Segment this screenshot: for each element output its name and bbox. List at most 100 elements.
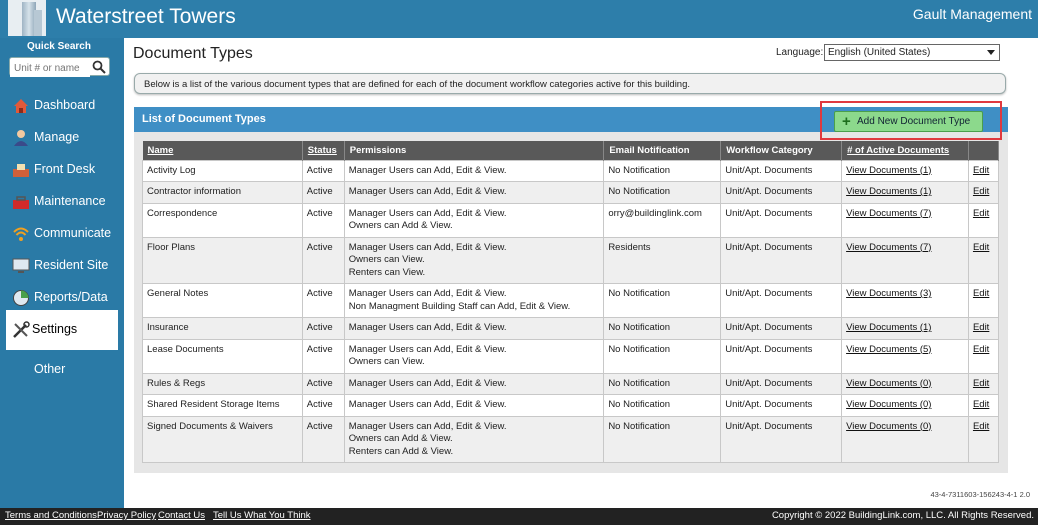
sidebar-item-maintenance[interactable]: Maintenance — [0, 186, 118, 218]
sidebar-item-dashboard[interactable]: Dashboard — [0, 90, 118, 122]
workflow-category: Unit/Apt. Documents — [725, 420, 813, 432]
view-documents-link[interactable]: View Documents (7) — [846, 208, 931, 219]
edit-link[interactable]: Edit — [973, 344, 989, 355]
column-header-permissions: Permissions — [344, 141, 605, 160]
doc-type-name-cell: Activity Log — [142, 159, 303, 182]
main-content: Document Types Language: English (United… — [124, 38, 1038, 508]
sidebar-item-communicate[interactable]: Communicate — [0, 218, 118, 250]
email-notification: No Notification — [608, 420, 671, 432]
permission-line: Owners can View. — [348, 356, 425, 367]
building-logo[interactable] — [8, 0, 46, 36]
footer-link-contact[interactable]: Contact Us — [158, 510, 205, 521]
footer-link-privacy[interactable]: Privacy Policy — [97, 510, 156, 521]
edit-cell: Edit — [967, 372, 1000, 395]
doc-type-name-cell: Rules & Regs — [142, 372, 303, 395]
add-document-type-button[interactable]: + Add New Document Type — [834, 111, 983, 132]
sidebar-item-resident-site[interactable]: Resident Site — [0, 250, 118, 282]
doc-type-name: Activity Log — [147, 164, 196, 176]
permission-line: Renters can View. — [348, 266, 426, 278]
doc-type-status-cell: Active — [301, 338, 345, 374]
edit-link[interactable]: Edit — [973, 288, 989, 299]
sidebar-item-other[interactable]: Other — [0, 354, 118, 386]
permission-line: Owners can View. — [348, 254, 425, 265]
column-header-name[interactable]: Name — [142, 141, 303, 160]
doc-type-status-cell: Active — [301, 236, 345, 284]
view-documents-cell: View Documents (5) — [841, 338, 969, 374]
view-documents-cell: View Documents (0) — [841, 372, 969, 395]
email-notification-cell: No Notification — [603, 159, 722, 182]
table-row: Signed Documents & Waivers Active Manager … — [142, 415, 1000, 463]
sidebar-item-label: Communicate — [34, 226, 112, 240]
edit-link[interactable]: Edit — [973, 208, 989, 219]
search-icon[interactable] — [92, 60, 106, 74]
manage-icon — [14, 130, 28, 146]
view-documents-link[interactable]: View Documents (0) — [846, 378, 931, 389]
quick-search-input[interactable] — [10, 60, 90, 77]
email-notification: No Notification — [608, 288, 671, 299]
doc-type-status-cell: Active — [301, 317, 345, 340]
edit-link[interactable]: Edit — [973, 165, 989, 176]
permission-line: Manager Users can Add, Edit & View. — [348, 207, 507, 219]
doc-type-status-cell: Active — [301, 415, 345, 463]
doc-type-name: Signed Documents & Waivers — [147, 420, 273, 432]
email-notification-cell: orry@buildinglink.com — [603, 202, 722, 238]
doc-type-name: Contractor information — [147, 186, 241, 197]
column-header-status[interactable]: Status — [302, 141, 345, 160]
email-notification-cell: No Notification — [603, 181, 722, 204]
edit-cell: Edit — [967, 181, 1000, 204]
edit-link[interactable]: Edit — [973, 242, 989, 253]
workflow-category: Unit/Apt. Documents — [725, 288, 813, 299]
edit-link[interactable]: Edit — [973, 421, 989, 432]
footer-link-terms[interactable]: Terms and Conditions — [5, 510, 97, 521]
view-documents-link[interactable]: View Documents (7) — [846, 242, 931, 253]
doc-type-name-cell: Contractor information — [142, 181, 303, 204]
dashboard-icon — [14, 99, 28, 113]
email-notification-cell: No Notification — [603, 283, 722, 318]
email-notification: No Notification — [608, 164, 671, 176]
edit-cell: Edit — [967, 317, 1000, 340]
document-types-table: Name Status Permissions Email Notificati… — [142, 141, 1000, 463]
view-documents-link[interactable]: View Documents (0) — [846, 399, 931, 410]
edit-link[interactable]: Edit — [973, 186, 989, 197]
permissions-cell: Manager Users can Add, Edit & View. Owner… — [343, 236, 605, 284]
column-header-active-docs[interactable]: # of Active Documents — [841, 141, 969, 160]
view-documents-cell: View Documents (7) — [841, 202, 969, 238]
email-notification-cell: No Notification — [603, 415, 722, 463]
footer-link-feedback[interactable]: Tell Us What You Think — [213, 510, 311, 521]
view-documents-link[interactable]: View Documents (3) — [846, 288, 931, 299]
sidebar-item-label: Maintenance — [34, 194, 106, 208]
footer: Terms and Conditions Privacy Policy Cont… — [0, 508, 1038, 525]
edit-link[interactable]: Edit — [973, 322, 989, 333]
wifi-icon — [13, 227, 29, 241]
workflow-category-cell: Unit/Apt. Documents — [720, 415, 843, 463]
sidebar-item-label: Manage — [34, 130, 80, 144]
view-documents-link[interactable]: View Documents (5) — [846, 344, 931, 355]
view-documents-link[interactable]: View Documents (1) — [846, 186, 931, 197]
doc-type-status: Active — [306, 343, 333, 355]
edit-cell: Edit — [967, 394, 1000, 417]
workflow-category: Unit/Apt. Documents — [725, 322, 813, 333]
doc-type-name-cell: Lease Documents — [142, 338, 303, 374]
permissions-cell: Manager Users can Add, Edit & View. Owner… — [343, 338, 605, 374]
sidebar-item-front-desk[interactable]: Front Desk — [0, 154, 118, 186]
view-documents-link[interactable]: View Documents (0) — [846, 421, 931, 432]
table-header-row: Name Status Permissions Email Notificati… — [142, 141, 1000, 160]
sidebar-item-manage[interactable]: Manage — [0, 122, 118, 154]
language-select[interactable]: English (United States) — [824, 44, 1000, 61]
view-documents-link[interactable]: View Documents (1) — [846, 322, 931, 333]
view-documents-cell: View Documents (7) — [841, 236, 969, 284]
edit-link[interactable]: Edit — [973, 399, 989, 410]
doc-type-status: Active — [306, 288, 333, 299]
doc-type-name-cell: Insurance — [142, 317, 303, 340]
doc-type-name: Shared Resident Storage Items — [147, 399, 280, 410]
permission-line: Owners can Add & View. — [348, 220, 453, 231]
edit-link[interactable]: Edit — [973, 378, 989, 389]
doc-type-name: Correspondence — [147, 207, 218, 219]
add-button-label: Add New Document Type — [857, 116, 971, 127]
permission-line: Manager Users can Add, Edit & View. — [348, 241, 507, 253]
view-documents-link[interactable]: View Documents (1) — [846, 165, 931, 176]
doc-type-name-cell: General Notes — [142, 283, 303, 318]
permission-line: Manager Users can Add, Edit & View. — [348, 399, 507, 410]
permission-line: Manager Users can Add, Edit & View. — [348, 186, 507, 197]
sidebar-item-settings[interactable]: Settings — [6, 310, 118, 350]
